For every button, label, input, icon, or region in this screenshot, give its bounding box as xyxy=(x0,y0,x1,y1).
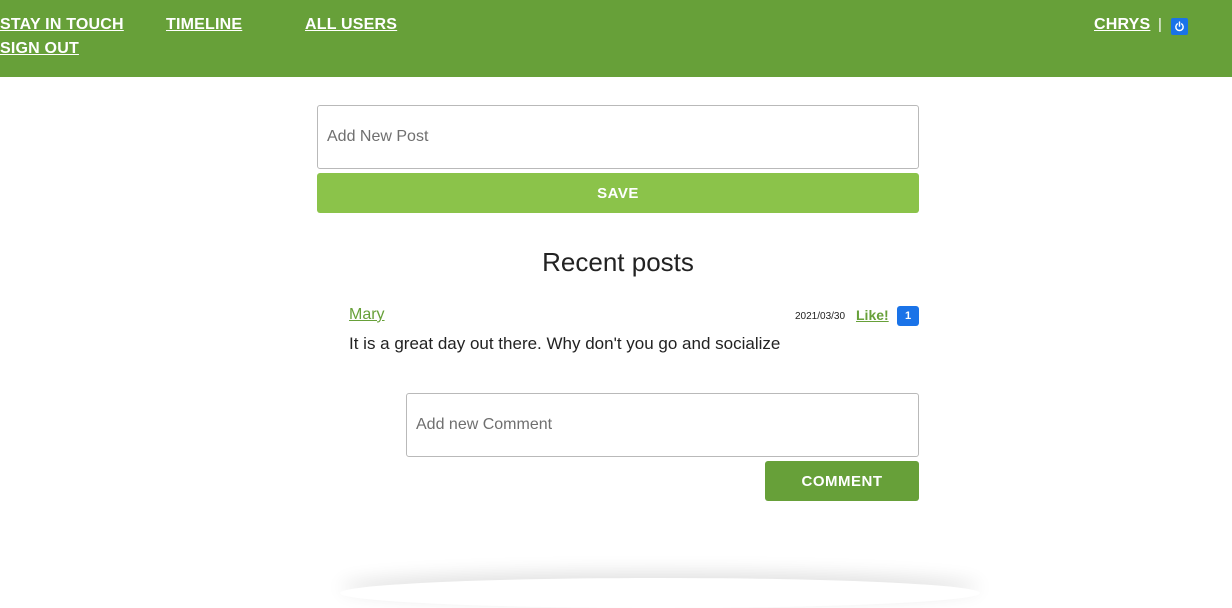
power-icon[interactable] xyxy=(1171,18,1188,35)
like-count-badge: 1 xyxy=(897,306,919,326)
power-icon-glyph xyxy=(1175,21,1184,32)
like-link[interactable]: Like! xyxy=(856,306,889,324)
nav-all-users-link[interactable]: ALL USERS xyxy=(305,15,397,35)
new-post-input[interactable] xyxy=(317,105,919,169)
post-body-text: It is a great day out there. Why don't y… xyxy=(349,334,781,353)
post-date: 2021/03/30 xyxy=(795,311,846,322)
top-navbar: STAY IN TOUCH TIMELINE ALL USERS SIGN OU… xyxy=(0,0,1232,77)
comment-button[interactable]: COMMENT xyxy=(765,461,919,501)
recent-posts-heading: Recent posts xyxy=(542,247,694,277)
save-post-button[interactable]: SAVE xyxy=(317,173,919,213)
nav-sign-out-link[interactable]: SIGN OUT xyxy=(0,39,79,59)
comment-input[interactable] xyxy=(406,393,919,457)
nav-brand-link[interactable]: STAY IN TOUCH xyxy=(0,15,124,35)
nav-timeline-link[interactable]: TIMELINE xyxy=(166,15,242,35)
post-author-link[interactable]: Mary xyxy=(349,305,385,325)
nav-separator: | xyxy=(1158,16,1162,33)
nav-current-user-link[interactable]: CHRYS xyxy=(1094,15,1150,35)
footer-shadow xyxy=(340,578,980,608)
